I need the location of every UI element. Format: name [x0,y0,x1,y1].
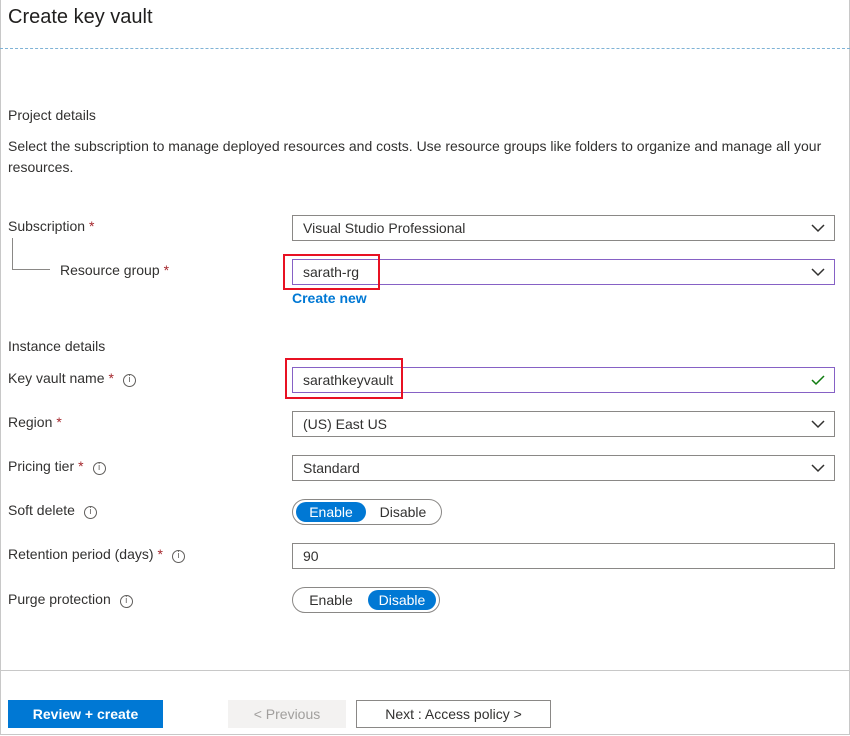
tree-connector-horizontal [12,269,50,270]
region-value: (US) East US [303,416,388,432]
required-marker: * [157,546,163,562]
required-marker: * [56,414,62,430]
key-vault-name-label: Key vault name * i [8,370,136,387]
region-select[interactable]: (US) East US [292,411,835,437]
key-vault-name-highlight [285,358,403,399]
previous-button[interactable]: < Previous [228,700,346,728]
create-new-link[interactable]: Create new [292,290,367,306]
chevron-down-icon [811,464,825,473]
checkmark-icon [811,375,825,386]
subscription-value: Visual Studio Professional [303,220,466,236]
soft-delete-enable-option[interactable]: Enable [296,502,366,522]
page-title: Create key vault [8,6,153,28]
retention-period-input[interactable]: 90 [292,543,835,569]
info-icon[interactable]: i [83,506,97,519]
required-marker: * [89,218,95,234]
project-details-heading: Project details [8,107,96,123]
resource-group-highlight [283,254,380,290]
info-icon[interactable]: i [171,550,185,563]
review-create-button[interactable]: Review + create [8,700,163,728]
required-marker: * [108,370,114,386]
pricing-tier-label: Pricing tier * i [8,458,106,475]
header-divider [0,48,850,49]
soft-delete-label: Soft delete i [8,502,97,519]
next-access-policy-button[interactable]: Next : Access policy > [356,700,551,728]
soft-delete-disable-option[interactable]: Disable [368,502,438,522]
instance-details-heading: Instance details [8,338,106,354]
region-label: Region * [8,414,62,430]
required-marker: * [78,458,84,474]
project-description: Select the subscription to manage deploy… [8,138,822,175]
info-icon[interactable]: i [119,595,133,608]
retention-period-value: 90 [303,548,319,564]
soft-delete-toggle[interactable]: Enable Disable [292,499,442,525]
purge-protection-toggle[interactable]: Enable Disable [292,587,440,613]
chevron-down-icon [811,268,825,277]
subscription-select[interactable]: Visual Studio Professional [292,215,835,241]
info-icon[interactable]: i [92,462,106,475]
chevron-down-icon [811,224,825,233]
retention-period-label: Retention period (days) * i [8,546,185,563]
tree-connector-vertical [12,238,13,269]
required-marker: * [163,262,170,278]
purge-protection-label: Purge protection i [8,591,133,608]
footer-divider [0,670,850,671]
info-icon[interactable]: i [122,374,136,387]
pricing-tier-value: Standard [303,460,360,476]
subscription-label: Subscription * [8,218,95,234]
purge-protection-enable-option[interactable]: Enable [297,590,365,610]
chevron-down-icon [811,420,825,429]
resource-group-label: Resource group * [60,262,170,278]
pricing-tier-select[interactable]: Standard [292,455,835,481]
purge-protection-disable-option[interactable]: Disable [368,590,436,610]
